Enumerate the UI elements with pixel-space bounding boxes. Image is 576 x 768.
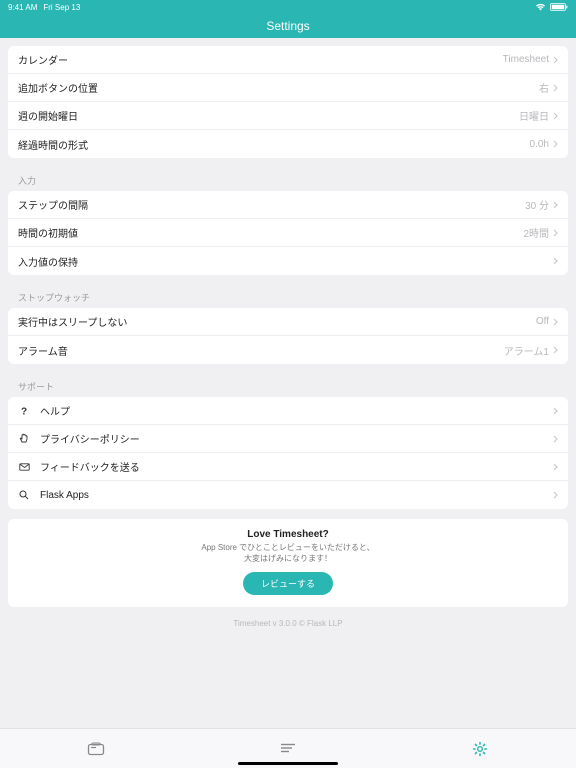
wifi-icon: [535, 3, 546, 11]
row-value: 0.0h: [530, 139, 549, 150]
group-support: ? ヘルプ プライバシーポリシー フィードバックを送る Flask Apps: [8, 397, 568, 509]
row-time-default[interactable]: 時間の初期値 2時間: [8, 219, 568, 247]
row-calendar[interactable]: カレンダー Timesheet: [8, 46, 568, 74]
row-label: アラーム音: [18, 343, 68, 358]
row-week-start[interactable]: 週の開始曜日 日曜日: [8, 102, 568, 130]
group-header-stopwatch: ストップウォッチ: [8, 285, 568, 308]
row-keep-input[interactable]: 入力値の保持: [8, 247, 568, 275]
row-value: 30 分: [525, 197, 549, 212]
row-alarm-sound[interactable]: アラーム音 アラーム1: [8, 336, 568, 364]
promo-card: Love Timesheet? App Store でひとことレビューをいただけ…: [8, 519, 568, 607]
row-value: Timesheet: [503, 54, 549, 65]
header: Settings: [0, 14, 576, 38]
chevron-right-icon: [553, 140, 558, 148]
hand-icon: [18, 433, 30, 444]
row-label: 経過時間の形式: [18, 137, 88, 152]
chevron-right-icon: [553, 257, 558, 265]
chevron-right-icon: [553, 346, 558, 354]
status-time: 9:41 AM: [8, 3, 37, 12]
chevron-right-icon: [553, 435, 558, 443]
mail-icon: [18, 463, 30, 471]
row-privacy[interactable]: プライバシーポリシー: [8, 425, 568, 453]
chevron-right-icon: [553, 201, 558, 209]
status-date: Fri Sep 13: [43, 3, 80, 12]
row-label: 実行中はスリープしない: [18, 314, 127, 329]
battery-icon: [550, 3, 568, 11]
page-title: Settings: [266, 19, 309, 33]
tab-timesheet[interactable]: [0, 742, 192, 756]
row-value: 右: [539, 80, 549, 95]
status-bar: 9:41 AM Fri Sep 13: [0, 0, 576, 14]
footer-text: Timesheet v 3.0.0 © Flask LLP: [8, 615, 568, 640]
promo-title: Love Timesheet?: [20, 529, 556, 540]
row-label: プライバシーポリシー: [40, 431, 140, 446]
svg-text:?: ?: [21, 406, 27, 416]
chevron-right-icon: [553, 491, 558, 499]
chevron-right-icon: [553, 407, 558, 415]
chevron-right-icon: [553, 84, 558, 92]
row-label: ステップの間隔: [18, 197, 88, 212]
row-step-interval[interactable]: ステップの間隔 30 分: [8, 191, 568, 219]
settings-content: カレンダー Timesheet 追加ボタンの位置 右 週の開始曜日 日曜日 経過…: [0, 38, 576, 728]
row-label: Flask Apps: [40, 490, 89, 501]
row-time-format[interactable]: 経過時間の形式 0.0h: [8, 130, 568, 158]
search-icon: [18, 490, 30, 500]
row-value: アラーム1: [504, 343, 549, 358]
row-label: 時間の初期値: [18, 225, 78, 240]
row-no-sleep[interactable]: 実行中はスリープしない Off: [8, 308, 568, 336]
review-button[interactable]: レビューする: [243, 572, 333, 595]
row-label: カレンダー: [18, 52, 68, 67]
group-stopwatch: 実行中はスリープしない Off アラーム音 アラーム1: [8, 308, 568, 364]
promo-text: App Store でひとことレビューをいただけると、 大変はげみになります！: [20, 542, 556, 564]
row-label: 入力値の保持: [18, 254, 78, 269]
chevron-right-icon: [553, 56, 558, 64]
home-indicator: [238, 762, 338, 765]
row-label: 週の開始曜日: [18, 108, 78, 123]
row-label: 追加ボタンの位置: [18, 80, 98, 95]
row-label: フィードバックを送る: [40, 459, 140, 474]
row-feedback[interactable]: フィードバックを送る: [8, 453, 568, 481]
tab-settings[interactable]: [384, 741, 576, 757]
group-general: カレンダー Timesheet 追加ボタンの位置 右 週の開始曜日 日曜日 経過…: [8, 46, 568, 158]
row-label: ヘルプ: [40, 403, 70, 418]
group-header-input: 入力: [8, 168, 568, 191]
help-icon: ?: [18, 406, 30, 416]
chevron-right-icon: [553, 112, 558, 120]
group-header-support: サポート: [8, 374, 568, 397]
chevron-right-icon: [553, 229, 558, 237]
row-value: 日曜日: [519, 108, 549, 123]
row-value: Off: [536, 316, 549, 327]
group-input: ステップの間隔 30 分 時間の初期値 2時間 入力値の保持: [8, 191, 568, 275]
row-add-button-position[interactable]: 追加ボタンの位置 右: [8, 74, 568, 102]
tab-list[interactable]: [192, 743, 384, 755]
row-help[interactable]: ? ヘルプ: [8, 397, 568, 425]
row-value: 2時間: [523, 225, 549, 240]
chevron-right-icon: [553, 318, 558, 326]
chevron-right-icon: [553, 463, 558, 471]
tab-bar: [0, 728, 576, 768]
row-flask-apps[interactable]: Flask Apps: [8, 481, 568, 509]
